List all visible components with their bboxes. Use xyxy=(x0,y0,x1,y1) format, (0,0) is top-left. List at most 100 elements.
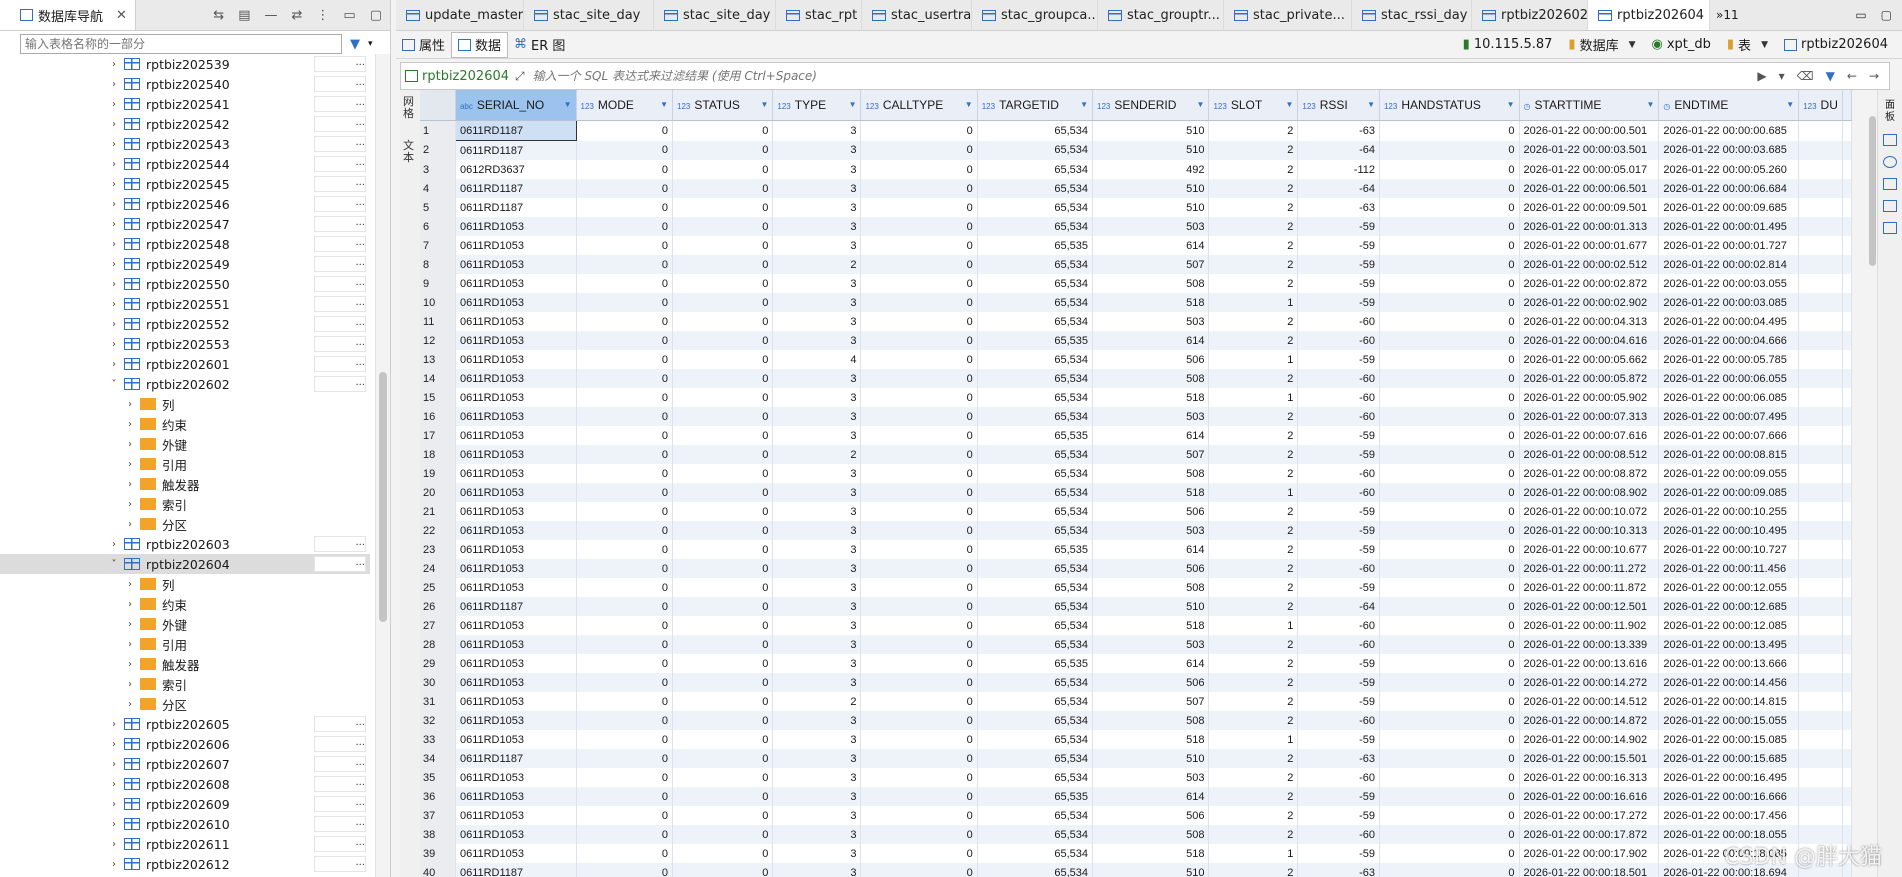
chevron-down-icon[interactable]: ˅ xyxy=(108,559,120,570)
tree-table-item[interactable]: › rptbiz202607... xyxy=(0,754,370,774)
cell-status[interactable]: 0 xyxy=(672,730,774,749)
tree-table-item[interactable]: › rptbiz202609... xyxy=(0,794,370,814)
table-row[interactable]: 12 0611RD1053 0 0 3 0 65,535 614 2 -60 0 2026-01-22… xyxy=(420,331,1852,350)
chevron-right-icon[interactable]: › xyxy=(124,399,136,410)
calc-icon[interactable] xyxy=(1883,178,1897,190)
cell-mode[interactable]: 0 xyxy=(576,654,674,673)
cell-serial_no[interactable]: 0611RD1053 xyxy=(455,464,577,483)
cell-du[interactable] xyxy=(1798,521,1843,540)
cell-rssi[interactable]: -59 xyxy=(1297,578,1380,597)
cell-mode[interactable]: 0 xyxy=(576,863,674,877)
tree-table-item[interactable]: › rptbiz202551... xyxy=(0,294,370,314)
tree-folder-item[interactable]: › 列 xyxy=(0,394,370,414)
cell-serial_no[interactable]: 0611RD1053 xyxy=(455,711,577,730)
cell-du[interactable] xyxy=(1798,597,1843,616)
cell-calltype[interactable]: 0 xyxy=(860,559,978,578)
row-number[interactable]: 19 xyxy=(420,464,456,483)
cell-slot[interactable]: 2 xyxy=(1208,787,1299,806)
navigator-scrollbar[interactable] xyxy=(375,54,390,877)
row-number[interactable]: 27 xyxy=(420,616,456,635)
filter-icon[interactable]: ▼ xyxy=(350,37,360,52)
cell-handstatus[interactable]: 0 xyxy=(1379,388,1520,407)
cell-rssi[interactable]: -63 xyxy=(1297,863,1380,877)
cell-type[interactable]: 3 xyxy=(772,597,862,616)
chevron-right-icon[interactable]: › xyxy=(124,419,136,430)
editor-tab[interactable]: stac_usertra... xyxy=(862,0,972,30)
cell-mode[interactable]: 0 xyxy=(576,844,674,863)
table-name[interactable]: rptbiz202604 xyxy=(1783,37,1888,52)
cell-mode[interactable]: 0 xyxy=(576,768,674,787)
tree-table-item[interactable]: › rptbiz202546... xyxy=(0,194,370,214)
cell-status[interactable]: 0 xyxy=(672,863,774,877)
chevron-right-icon[interactable]: › xyxy=(108,99,120,110)
cell-mode[interactable]: 0 xyxy=(576,749,674,768)
filter-dropdown-icon[interactable]: ▾ xyxy=(368,39,373,49)
row-number[interactable]: 36 xyxy=(420,787,456,806)
cell-handstatus[interactable]: 0 xyxy=(1379,483,1520,502)
cell-type[interactable]: 3 xyxy=(772,388,862,407)
cell-status[interactable]: 0 xyxy=(672,483,774,502)
cell-calltype[interactable]: 0 xyxy=(860,255,978,274)
cell-calltype[interactable]: 0 xyxy=(860,198,978,217)
cell-status[interactable]: 0 xyxy=(672,369,774,388)
cell-rssi[interactable]: -59 xyxy=(1297,806,1380,825)
cell-handstatus[interactable]: 0 xyxy=(1379,673,1520,692)
cell-serial_no[interactable]: 0611RD1053 xyxy=(455,768,577,787)
tree-table-item[interactable]: › rptbiz202544... xyxy=(0,154,370,174)
cell-serial_no[interactable]: 0611RD1053 xyxy=(455,483,577,502)
cell-type[interactable]: 3 xyxy=(772,559,862,578)
chevron-right-icon[interactable]: › xyxy=(108,859,120,870)
cell-status[interactable]: 0 xyxy=(672,350,774,369)
cell-slot[interactable]: 2 xyxy=(1208,369,1299,388)
more-button[interactable]: ... xyxy=(314,736,366,752)
cell-du[interactable] xyxy=(1798,140,1843,160)
cell-du[interactable] xyxy=(1798,293,1843,312)
sort-icon[interactable]: ▼ xyxy=(1285,100,1293,109)
row-number[interactable]: 25 xyxy=(420,578,456,597)
cell-handstatus[interactable]: 0 xyxy=(1379,521,1520,540)
cell-handstatus[interactable]: 0 xyxy=(1379,806,1520,825)
cell-targetid[interactable]: 65,534 xyxy=(977,464,1094,483)
cell-status[interactable]: 0 xyxy=(672,825,774,844)
cell-senderid[interactable]: 614 xyxy=(1092,654,1210,673)
cell-starttime[interactable]: 2026-01-22 00:00:04.313 xyxy=(1519,312,1660,331)
cell-rssi[interactable]: -59 xyxy=(1297,654,1380,673)
cell-status[interactable]: 0 xyxy=(672,597,774,616)
table-row[interactable]: 11 0611RD1053 0 0 3 0 65,534 503 2 -60 0 2026-01-22… xyxy=(420,312,1852,331)
cell-calltype[interactable]: 0 xyxy=(860,331,978,350)
editor-tab[interactable]: stac_rssi_day xyxy=(1352,0,1472,30)
more-button[interactable]: ... xyxy=(314,116,366,132)
cell-targetid[interactable]: 65,535 xyxy=(977,236,1094,255)
history-dropdown-icon[interactable]: ▾ xyxy=(1779,69,1785,83)
cell-type[interactable]: 3 xyxy=(772,236,862,255)
cell-type[interactable]: 3 xyxy=(772,293,862,312)
cell-targetid[interactable]: 65,534 xyxy=(977,578,1094,597)
cell-type[interactable]: 3 xyxy=(772,844,862,863)
cell-calltype[interactable]: 0 xyxy=(860,426,978,445)
cell-type[interactable]: 3 xyxy=(772,863,862,877)
cell-calltype[interactable]: 0 xyxy=(860,483,978,502)
cell-status[interactable]: 0 xyxy=(672,312,774,331)
more-button[interactable]: ... xyxy=(314,356,366,372)
cell-status[interactable]: 0 xyxy=(672,274,774,293)
row-number[interactable]: 37 xyxy=(420,806,456,825)
cell-senderid[interactable]: 492 xyxy=(1092,160,1210,179)
tree-folder-item[interactable]: › 索引 xyxy=(0,674,370,694)
cell-handstatus[interactable]: 0 xyxy=(1379,255,1520,274)
cell-senderid[interactable]: 507 xyxy=(1092,445,1210,464)
row-number[interactable]: 33 xyxy=(420,730,456,749)
cell-starttime[interactable]: 2026-01-22 00:00:01.313 xyxy=(1519,217,1660,236)
cell-calltype[interactable]: 0 xyxy=(860,635,978,654)
more-button[interactable]: ... xyxy=(314,96,366,112)
cell-senderid[interactable]: 508 xyxy=(1092,369,1210,388)
cell-slot[interactable]: 2 xyxy=(1208,749,1299,768)
cell-handstatus[interactable]: 0 xyxy=(1379,331,1520,350)
cell-rssi[interactable]: -59 xyxy=(1297,521,1380,540)
cell-targetid[interactable]: 65,534 xyxy=(977,312,1094,331)
column-header-mode[interactable]: 123 MODE ▼ xyxy=(576,90,674,121)
column-header-calltype[interactable]: 123 CALLTYPE ▼ xyxy=(860,90,978,121)
cell-starttime[interactable]: 2026-01-22 00:00:14.512 xyxy=(1519,692,1660,711)
chevron-right-icon[interactable]: › xyxy=(108,159,120,170)
cell-endtime[interactable]: 2026-01-22 00:00:10.255 xyxy=(1658,502,1800,521)
cell-mode[interactable]: 0 xyxy=(576,673,674,692)
